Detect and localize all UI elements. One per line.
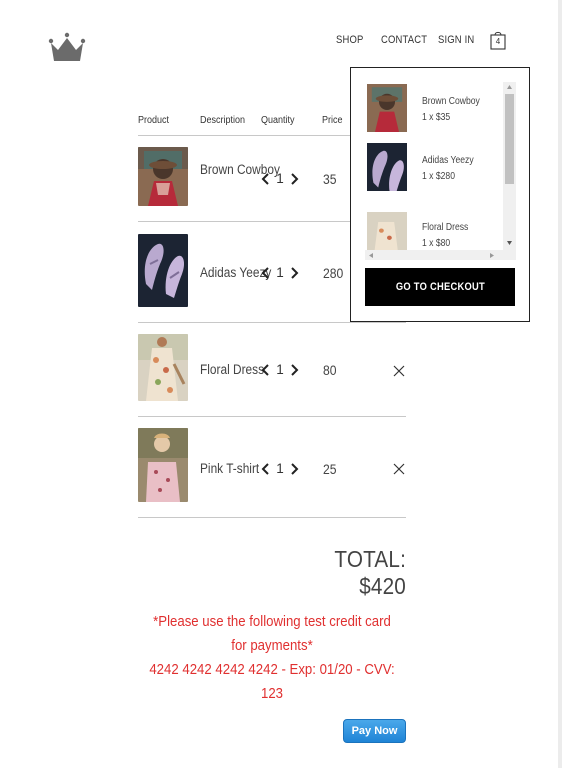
vertical-scrollbar[interactable] [503,82,516,250]
nav-sign-in[interactable]: SIGN IN [438,34,474,46]
quantity-stepper: 1 [260,362,300,377]
divider [138,322,406,323]
cart-item-qty: 1 x $35 [422,112,451,123]
cart-item: Adidas Yeezy 1 x $280 [365,143,505,195]
chevron-left-icon[interactable] [260,363,272,377]
test-card-number: 4242 4242 4242 4242 - Exp: 01/20 - CVV: … [149,661,395,702]
scroll-up-arrow-icon[interactable] [506,84,513,90]
checkout-page: SHOP CONTACT SIGN IN 4 Product Descripti… [0,0,562,768]
divider [138,517,406,518]
chevron-right-icon[interactable] [288,363,300,377]
quantity-value: 1 [276,461,284,476]
scroll-down-arrow-icon[interactable] [506,240,513,246]
column-product: Product [138,115,170,126]
product-description: Pink T-shirt [200,461,260,476]
cart-dropdown: Brown Cowboy 1 x $35 Adidas Yeezy 1 x $2… [350,67,530,322]
product-image-pink-tshirt [138,428,188,502]
chevron-left-icon[interactable] [260,172,272,186]
cart-item-name: Adidas Yeezy [422,155,474,166]
chevron-left-icon[interactable] [260,462,272,476]
nav-shop[interactable]: SHOP [336,34,364,46]
remove-item-icon[interactable] [392,462,406,476]
chevron-left-icon[interactable] [260,266,272,280]
cart-item-image-adidas-yeezy [367,143,407,191]
quantity-value: 1 [276,362,284,377]
chevron-right-icon[interactable] [288,462,300,476]
chevron-right-icon[interactable] [288,266,300,280]
cart-item-qty: 1 x $280 [422,171,456,182]
crown-logo-icon[interactable] [47,31,87,63]
cart-item-name: Floral Dress [422,222,469,233]
cart-item-name: Brown Cowboy [422,96,480,107]
horizontal-scrollbar[interactable] [365,250,516,260]
quantity-stepper: 1 [260,265,300,280]
cart-count: 4 [495,37,501,46]
product-price: 280 [323,266,344,281]
column-quantity: Quantity [261,115,295,126]
cart-item-image-brown-cowboy [367,84,407,132]
product-image-brown-cowboy [138,147,188,206]
nav-contact[interactable]: CONTACT [381,34,427,46]
pay-now-button[interactable]: Pay Now [343,719,406,743]
remove-item-icon[interactable] [392,364,406,378]
quantity-stepper: 1 [260,461,300,476]
test-card-notice: *Please use the following test credit ca… [153,613,391,654]
product-image-adidas-yeezy [138,234,188,307]
quantity-value: 1 [276,265,284,280]
order-total: TOTAL: $420 [334,546,406,599]
quantity-value: 1 [276,171,284,186]
cart-item-qty: 1 x $80 [422,238,451,249]
go-to-checkout-button[interactable]: GO TO CHECKOUT [365,268,515,306]
column-price: Price [322,115,343,126]
product-price: 80 [323,363,337,378]
checkout-label: GO TO CHECKOUT [395,281,485,293]
chevron-right-icon[interactable] [288,172,300,186]
table-row: Pink T-shirt 1 25 [138,428,406,502]
quantity-stepper: 1 [260,171,300,186]
product-price: 35 [323,172,337,187]
scrollbar-edge [558,0,562,768]
table-row: Floral Dress 1 80 [138,334,406,402]
product-price: 25 [323,462,337,477]
shopping-bag-icon[interactable]: 4 [489,30,507,50]
cart-item: Brown Cowboy 1 x $35 [365,84,505,136]
product-description: Floral Dress [200,362,265,377]
product-image-floral-dress [138,334,188,401]
divider [138,416,406,417]
scrollbar-thumb[interactable] [505,94,514,184]
column-description: Description [200,115,246,126]
cart-dropdown-list: Brown Cowboy 1 x $35 Adidas Yeezy 1 x $2… [365,82,516,260]
scroll-left-arrow-icon[interactable] [368,252,374,259]
scroll-right-arrow-icon[interactable] [489,252,495,259]
